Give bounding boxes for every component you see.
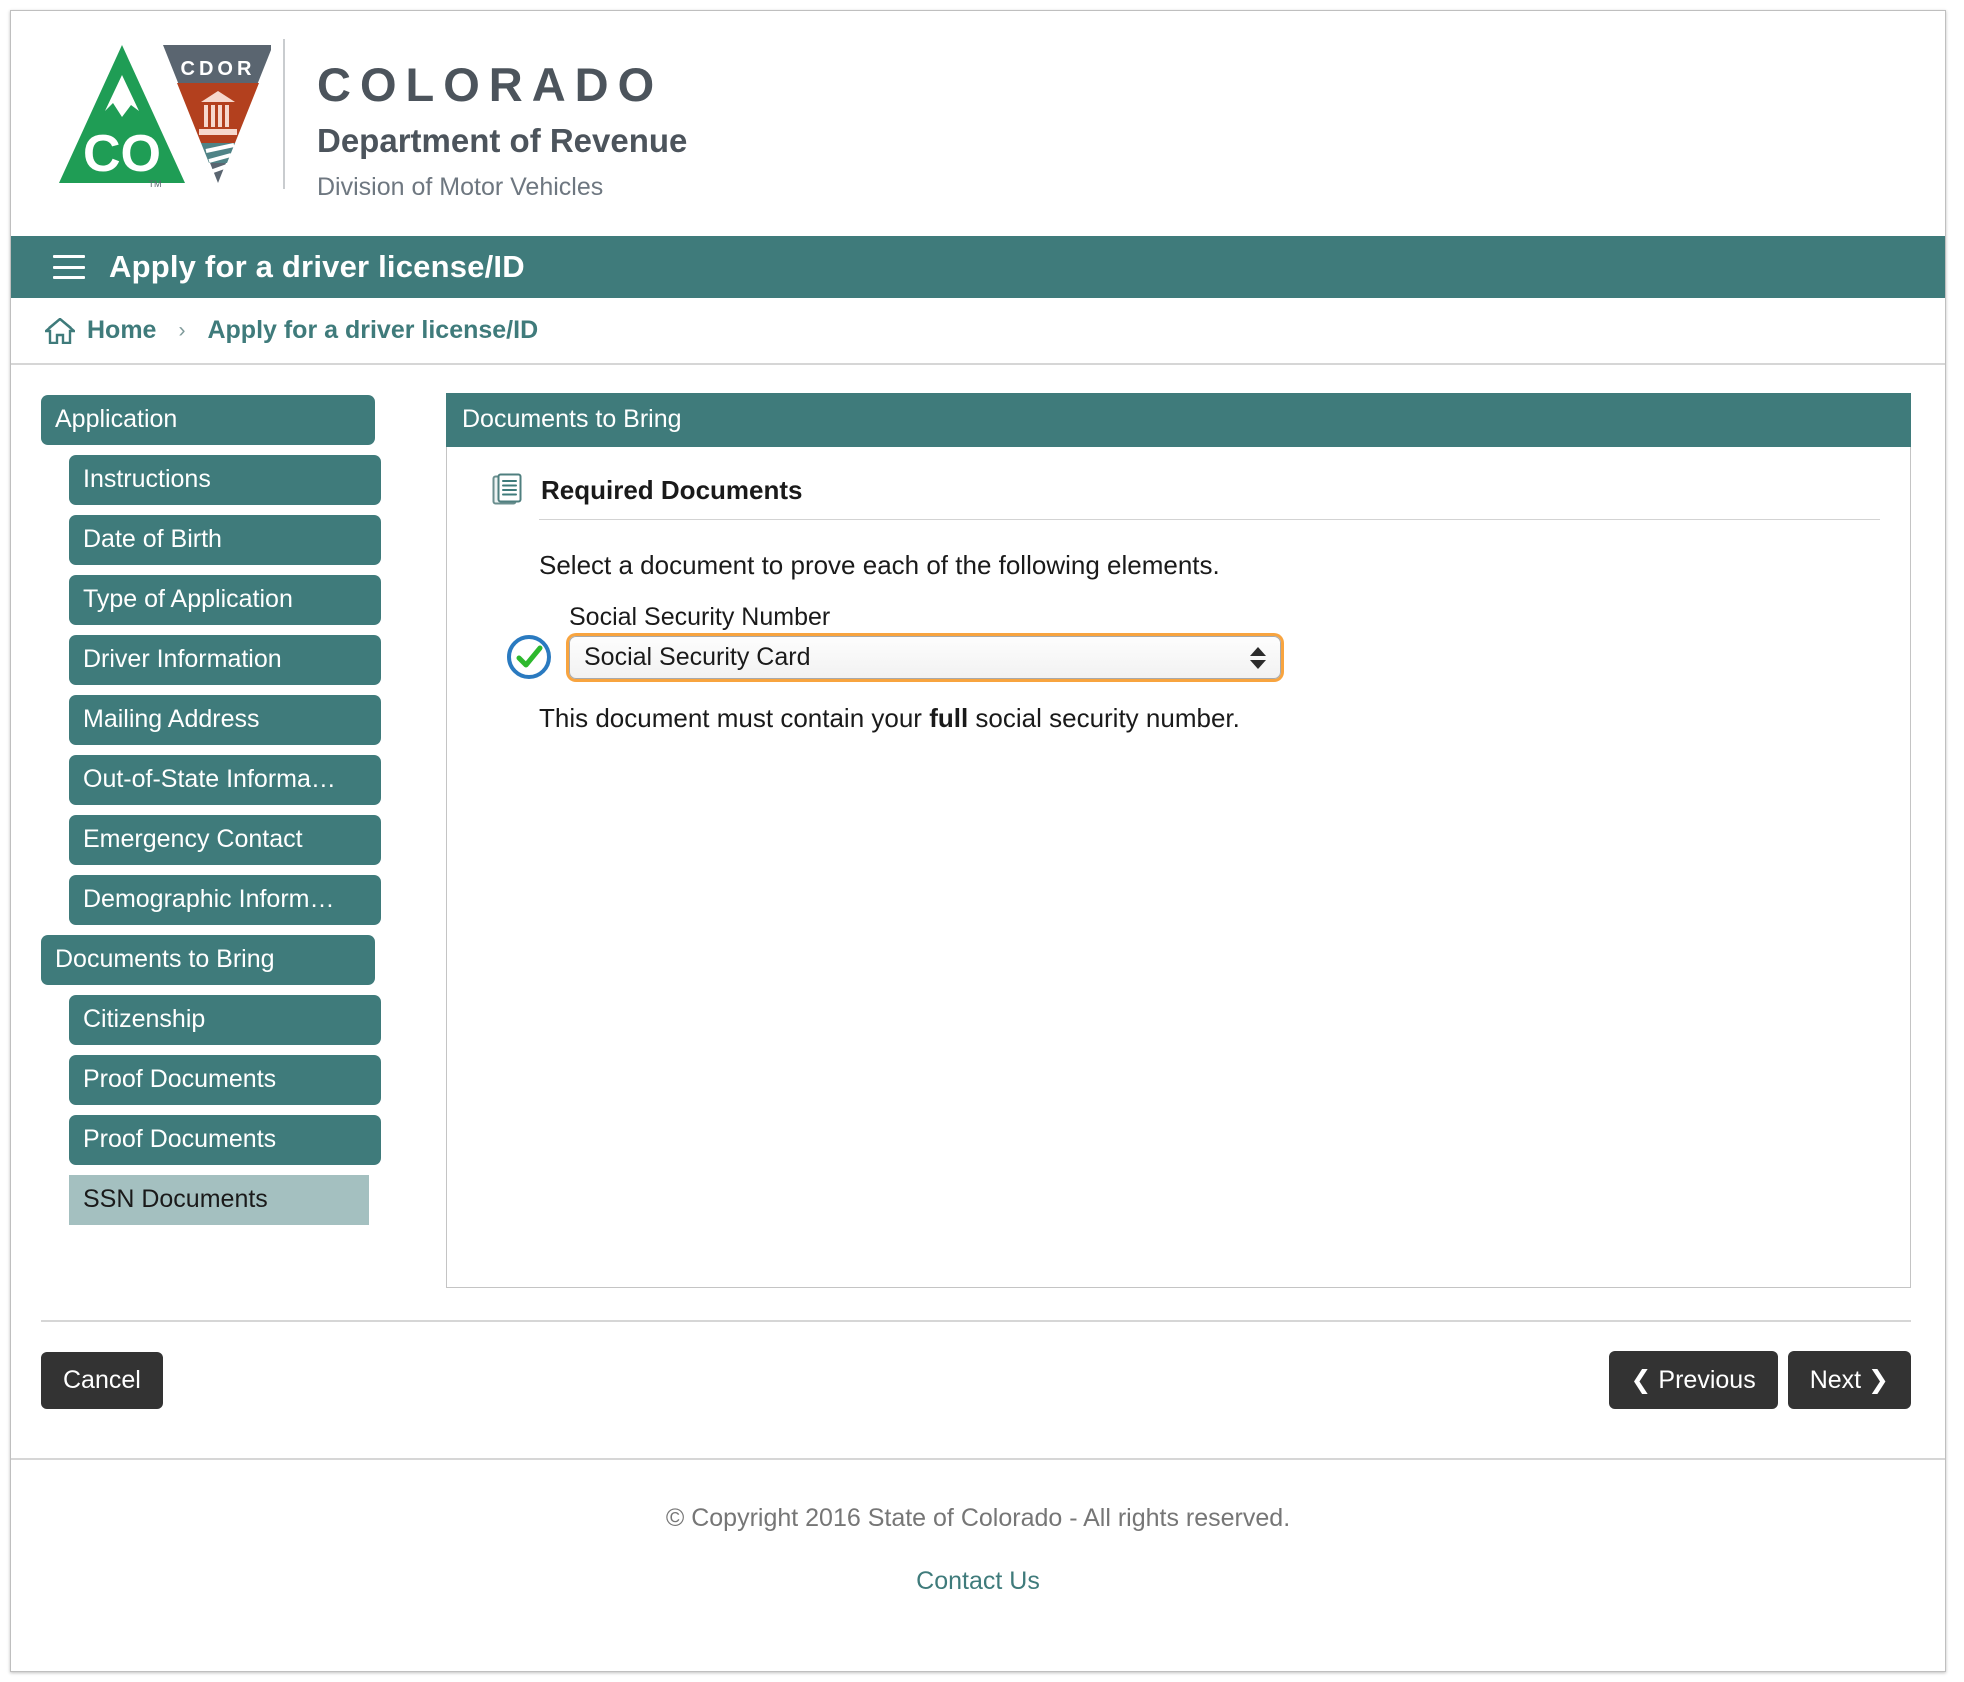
- logo-department: Department of Revenue: [317, 122, 688, 159]
- sidebar-item-driver-information[interactable]: Driver Information: [69, 635, 381, 685]
- sidebar-item-proof-documents[interactable]: Proof Documents: [69, 1115, 381, 1165]
- svg-text:CDOR: CDOR: [181, 58, 256, 80]
- site-logo-header: CO CDOR TM COLORADO Department of Revenu…: [11, 11, 1945, 236]
- breadcrumb-home-link[interactable]: Home: [87, 316, 156, 345]
- help-text-bold: full: [929, 703, 969, 733]
- action-bar: Cancel ❮ Previous Next ❯: [41, 1320, 1911, 1412]
- page-frame: CO CDOR TM COLORADO Department of Revenu…: [10, 10, 1946, 1672]
- help-text-after: social security number.: [968, 703, 1240, 733]
- ssn-help-text: This document must contain your full soc…: [539, 703, 1880, 734]
- panel-body: Required Documents Select a document to …: [446, 447, 1911, 1288]
- next-button-label: Next: [1809, 1366, 1862, 1394]
- sidebar-item-date-of-birth[interactable]: Date of Birth: [69, 515, 381, 565]
- check-circle-icon: [505, 633, 553, 681]
- ssn-document-field: Social Security Number Social Security C…: [569, 603, 1880, 679]
- sidebar-item-demographic-inform[interactable]: Demographic Inform…: [69, 875, 381, 925]
- next-button[interactable]: Next ❯: [1787, 1351, 1911, 1409]
- sidebar-item-emergency-contact[interactable]: Emergency Contact: [69, 815, 381, 865]
- breadcrumb-current: Apply for a driver license/ID: [207, 316, 539, 344]
- svg-text:TM: TM: [149, 179, 162, 189]
- up-down-stepper-icon[interactable]: [1250, 646, 1266, 669]
- sidebar-nav: Application Instructions Date of Birth Type…: [41, 393, 411, 1288]
- sidebar-item-mailing-address[interactable]: Mailing Address: [69, 695, 381, 745]
- previous-button-label: Previous: [1658, 1366, 1756, 1394]
- svg-text:CO: CO: [83, 125, 161, 183]
- chevron-left-icon: ❮: [1630, 1366, 1652, 1394]
- body-area: Application Instructions Date of Birth Type…: [11, 365, 1945, 1288]
- logo-wordmark: COLORADO Department of Revenue Division …: [317, 39, 687, 200]
- section-title: Required Documents: [541, 474, 803, 505]
- ssn-document-select[interactable]: Social Security Card: [569, 636, 1281, 679]
- contact-us-link[interactable]: Contact Us: [916, 1567, 1040, 1596]
- logo-lockup: CO CDOR TM COLORADO Department of Revenu…: [59, 39, 687, 200]
- logo-state-name: COLORADO: [317, 58, 664, 111]
- section-divider: [539, 519, 1880, 520]
- sidebar-item-instructions[interactable]: Instructions: [69, 455, 381, 505]
- section-header: Required Documents: [477, 473, 1880, 507]
- sidebar-item-out-of-state-informa[interactable]: Out-of-State Informa…: [69, 755, 381, 805]
- ssn-document-select-value: Social Security Card: [584, 643, 811, 671]
- chevron-right-icon: ❯: [1868, 1366, 1889, 1394]
- document-list-icon: [491, 473, 525, 507]
- logo-division: Division of Motor Vehicles: [317, 173, 604, 201]
- page-footer: © Copyright 2016 State of Colorado - All…: [11, 1458, 1945, 1596]
- logo-divider: [283, 39, 285, 189]
- sidebar-item-citizenship[interactable]: Citizenship: [69, 995, 381, 1045]
- main-panel: Documents to Bring Required Documents Se…: [446, 393, 1911, 1288]
- cdor-logo-icon: CO CDOR TM: [59, 39, 273, 189]
- sidebar-item-ssn-documents[interactable]: SSN Documents: [69, 1175, 369, 1225]
- cancel-button[interactable]: Cancel: [41, 1351, 163, 1409]
- help-text-before: This document must contain your: [539, 703, 930, 733]
- panel-header-title: Documents to Bring: [446, 393, 1911, 447]
- instruction-text: Select a document to prove each of the f…: [539, 550, 1220, 580]
- nav-buttons: ❮ Previous Next ❯: [1608, 1351, 1911, 1409]
- copyright-text: © Copyright 2016 State of Colorado - All…: [665, 1504, 1291, 1532]
- home-icon[interactable]: [42, 316, 78, 344]
- app-bar: Apply for a driver license/ID: [11, 236, 1945, 298]
- hamburger-icon[interactable]: [53, 255, 85, 279]
- ssn-document-field-row: Social Security Number Social Security C…: [505, 603, 1880, 681]
- sidebar-item-type-of-application[interactable]: Type of Application: [69, 575, 381, 625]
- previous-button[interactable]: ❮ Previous: [1608, 1351, 1778, 1409]
- breadcrumb-separator: ›: [178, 318, 186, 342]
- sidebar-item-documents-to-bring[interactable]: Documents to Bring: [41, 935, 375, 985]
- app-bar-title: Apply for a driver license/ID: [109, 249, 525, 284]
- sidebar-item-proof-documents[interactable]: Proof Documents: [69, 1055, 381, 1105]
- sidebar-item-application[interactable]: Application: [41, 395, 375, 445]
- breadcrumb: Home › Apply for a driver license/ID: [11, 298, 1945, 365]
- ssn-field-label: Social Security Number: [569, 603, 831, 631]
